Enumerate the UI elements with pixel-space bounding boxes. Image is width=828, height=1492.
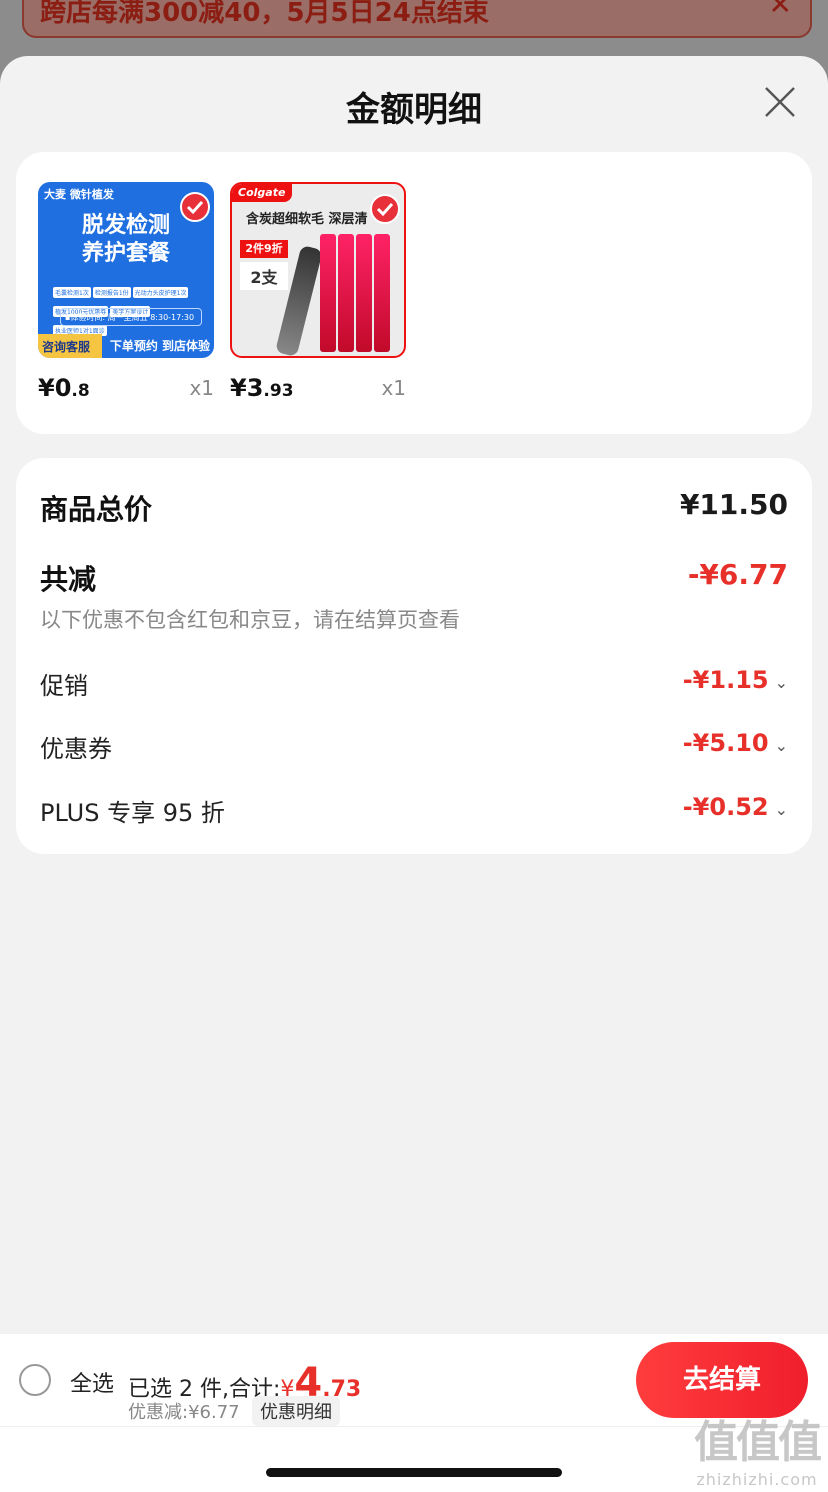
total-value: ¥11.50: [679, 488, 788, 521]
close-button[interactable]: [762, 84, 798, 120]
product-image-deal: 2件9折: [240, 240, 288, 258]
discount-detail-button[interactable]: 优惠明细: [252, 1396, 340, 1426]
toothbrush-pack: [356, 234, 372, 352]
watermark-logo: 值值值: [694, 1417, 822, 1468]
product-list-card: 大麦 微针植发 脱发检测 养护套餐 毛囊检测1次 检测报告1份 光动力头皮护理1次植…: [16, 152, 812, 434]
banner-close-icon: ✕: [768, 0, 792, 21]
product-image-cta: 下单预约 到店体验: [109, 339, 210, 353]
product-price: ¥3.93: [230, 374, 294, 402]
brand-logo: Colgate: [232, 184, 292, 202]
discount-label: 促销: [40, 672, 88, 700]
product-item[interactable]: 大麦 微针植发 脱发检测 养护套餐 毛囊检测1次 检测报告1份 光动力头皮护理1次植…: [38, 182, 214, 408]
watermark-url: zhizhizhi.com: [696, 1470, 818, 1489]
reduce-note: 以下优惠不包含红包和京豆，请在结算页查看: [40, 608, 460, 632]
close-icon: [765, 87, 795, 117]
chevron-down-icon[interactable]: ⌄: [775, 736, 788, 755]
select-all-label[interactable]: 全选: [70, 1366, 114, 1398]
discount-summary: 优惠减:¥6.77: [128, 1402, 240, 1423]
selected-check-icon[interactable]: [370, 194, 400, 224]
select-all-radio[interactable]: [19, 1364, 51, 1396]
discount-value: -¥5.10: [682, 729, 769, 757]
image-chip: 检测报告1份: [92, 287, 131, 298]
image-chip: 毛囊检测1次: [53, 287, 91, 298]
price-dec: .8: [71, 381, 90, 401]
selected-check-icon[interactable]: [180, 192, 210, 222]
product-image-brand: 大麦 微针植发: [44, 188, 114, 201]
chevron-down-icon[interactable]: ⌄: [775, 673, 788, 692]
toothbrush-pack: [320, 234, 336, 352]
reduce-value: -¥6.77: [687, 558, 788, 591]
sheet-title: 金额明细: [346, 90, 482, 130]
home-indicator: [266, 1468, 562, 1477]
product-image-title: 含炭超细软毛 深层清: [246, 212, 368, 227]
total-label: 商品总价: [40, 493, 153, 526]
price-int: ¥0: [38, 374, 72, 402]
toothbrush-pack: [374, 234, 390, 352]
chevron-down-icon[interactable]: ⌄: [775, 800, 788, 819]
discount-value: -¥0.52: [682, 793, 769, 821]
amount-detail-sheet: 金额明细 大麦 微针植发 脱发检测 养护套餐 毛囊检测1次 检测报告1份 光动力头皮…: [0, 56, 828, 1492]
product-qty: x1: [189, 376, 214, 400]
discount-label: PLUS 专享 95 折: [40, 799, 225, 827]
product-image: Colgate 含炭超细软毛 深层清 2件9折 2支: [230, 182, 406, 358]
watermark: 值值值 zhizhizhi.com: [694, 1406, 822, 1489]
product-image: 大麦 微针植发 脱发检测 养护套餐 毛囊检测1次 检测报告1份 光动力头皮护理1次植…: [38, 182, 214, 358]
discount-value: -¥1.15: [682, 666, 769, 694]
product-image-deal-sub: 2支: [240, 262, 288, 290]
price-summary-card: 商品总价 ¥11.50 共减 -¥6.77 以下优惠不包含红包和京豆，请在结算页…: [16, 458, 812, 854]
product-item[interactable]: Colgate 含炭超细软毛 深层清 2件9折 2支 ¥3.93 x1: [230, 182, 406, 408]
reduce-label: 共减: [40, 563, 97, 596]
toothbrush-pack: [338, 234, 354, 352]
product-image-service: 咨询客服: [38, 334, 102, 358]
product-qty: x1: [381, 376, 406, 400]
price-dec: .93: [263, 381, 294, 401]
discount-label: 优惠券: [40, 735, 112, 763]
promo-banner: 跨店每满300减40，5月5日24点结束 ✕: [22, 0, 812, 38]
product-price: ¥0.8: [38, 374, 90, 402]
price-int: ¥3: [230, 374, 264, 402]
checkout-bar: 全选 已选 2 件,合计:¥4.73 优惠减:¥6.77 优惠明细 去结算 值值…: [0, 1334, 828, 1492]
promo-banner-text: 跨店每满300减40，5月5日24点结束: [40, 0, 489, 28]
image-chip: 光动力头皮护理1次: [132, 287, 189, 298]
product-image-time: ▪体验时间: 周一至周五 8:30-17:30: [60, 308, 202, 326]
